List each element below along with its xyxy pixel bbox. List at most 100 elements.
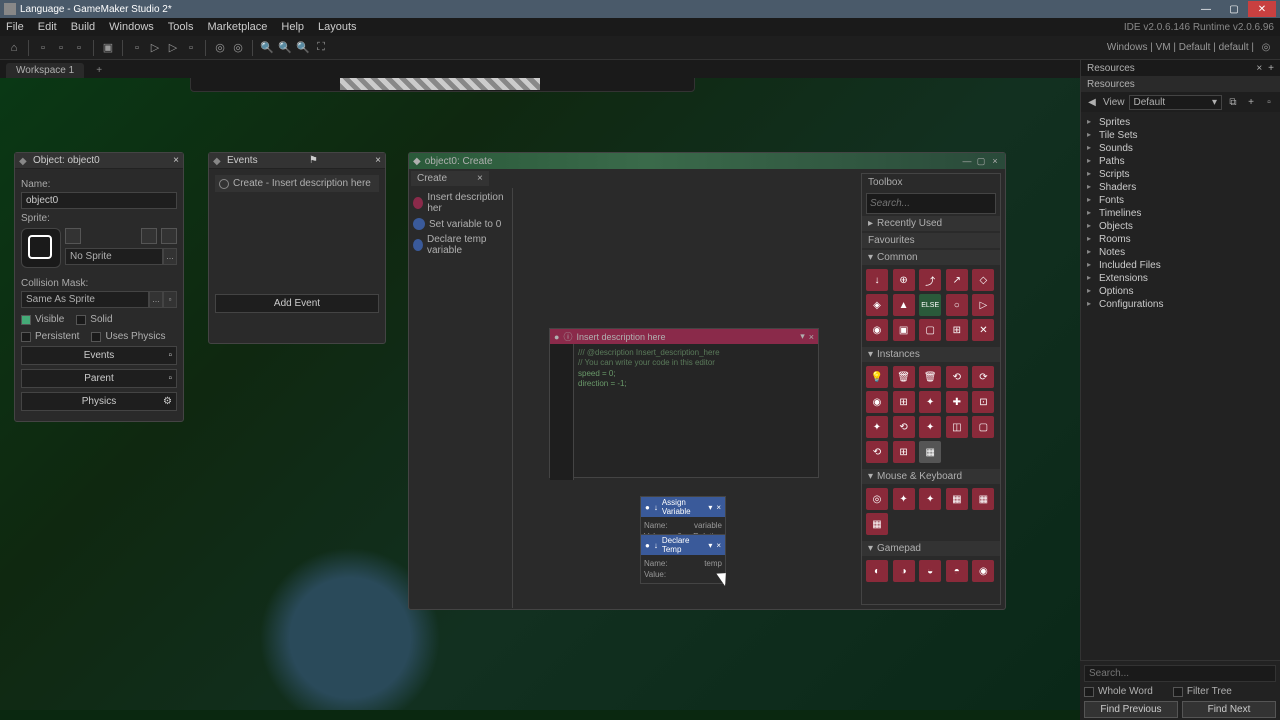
tree-sprites[interactable]: Sprites [1087,116,1274,129]
toolbox-item[interactable]: ◇ [972,269,994,291]
menu-build[interactable]: Build [71,21,95,33]
toolbox-search-input[interactable] [870,197,1001,210]
toolbox-item[interactable]: ◎ [866,488,888,510]
action-description[interactable]: Insert description her [411,190,510,216]
add-icon[interactable]: + [1244,95,1258,109]
toolbox-item[interactable]: ▦ [866,513,888,535]
search-input[interactable] [1084,665,1276,682]
toolbox-item[interactable]: ◓ [946,560,968,582]
maximize-icon[interactable]: ▢ [975,155,987,167]
workspace-canvas[interactable]: ◆ Object: object0 × Name: Sprite: No [0,78,1080,710]
toolbox-item[interactable]: ↗ [946,269,968,291]
find-next-button[interactable]: Find Next [1182,701,1276,718]
toolbox-item[interactable]: ✦ [919,488,941,510]
toolbox-item[interactable]: ⊞ [893,391,915,413]
save-icon[interactable]: ▫ [71,40,87,56]
visible-checkbox[interactable]: Visible [21,314,64,325]
package-icon[interactable]: ▣ [100,40,116,56]
menu-marketplace[interactable]: Marketplace [207,21,267,33]
zoom-in-icon[interactable]: 🔍 [259,40,275,56]
toolbox-item[interactable]: ↓ [866,269,888,291]
toolbox-item[interactable]: ◑ [893,560,915,582]
menu-windows[interactable]: Windows [109,21,154,33]
solid-checkbox[interactable]: Solid [76,314,112,325]
sprite-edit-icon[interactable] [141,228,157,244]
toolbox-item[interactable]: ✦ [893,488,915,510]
toolbox-item[interactable]: ▣ [893,319,915,341]
play-icon[interactable]: ▷ [147,40,163,56]
add-workspace-tab[interactable]: + [86,63,112,78]
stop-icon[interactable]: ▫ [183,40,199,56]
action-declare-temp[interactable]: Declare temp variable [411,232,510,258]
sprite-select-icon[interactable] [161,228,177,244]
tab-close-icon[interactable]: × [477,173,483,184]
whole-word-checkbox[interactable]: Whole Word [1084,686,1153,697]
settings-icon[interactable]: ◎ [1258,40,1274,56]
create-tab[interactable]: Create × [411,171,489,186]
panel-close-icon[interactable]: × [173,155,179,166]
toolbox-item[interactable]: ⊞ [946,319,968,341]
open-icon[interactable]: ▫ [53,40,69,56]
section-recent[interactable]: ▸Recently Used [862,216,1000,231]
back-icon[interactable]: ◀ [1085,95,1099,109]
event-item-create[interactable]: Create - Insert description here [215,175,379,192]
toolbox-item[interactable]: ○ [946,294,968,316]
toolbox-item[interactable]: ⊕ [893,269,915,291]
toolbox-item[interactable]: ▲ [893,294,915,316]
toolbox-item[interactable]: ⊞ [893,441,915,463]
toolbox-item[interactable]: ✦ [866,416,888,438]
toolbox-item[interactable]: ▦ [919,441,941,463]
add-event-button[interactable]: Add Event [215,294,379,313]
home-icon[interactable]: ⌂ [6,40,22,56]
tree-included[interactable]: Included Files [1087,259,1274,272]
tree-paths[interactable]: Paths [1087,155,1274,168]
toolbox-item[interactable]: ▢ [919,319,941,341]
target-label[interactable]: Windows | VM | Default | default | [1107,42,1254,53]
workspace-tab[interactable]: Workspace 1 [6,63,84,78]
build-icon[interactable]: ▫ [129,40,145,56]
toolbox-item[interactable]: 🗑 [893,366,915,388]
code-editor[interactable]: /// @description Insert_description_here… [574,344,724,480]
toolbox-item[interactable]: ✕ [972,319,994,341]
tree-timelines[interactable]: Timelines [1087,207,1274,220]
add-tab-icon[interactable]: + [1268,63,1274,74]
collapse-icon[interactable]: ▾ [708,503,712,512]
toolbox-item[interactable]: ⊡ [972,391,994,413]
physics-button[interactable]: Physics⚙ [21,392,177,411]
toolbox-item[interactable]: ⟲ [946,366,968,388]
tree-shaders[interactable]: Shaders [1087,181,1274,194]
chevron-down-icon[interactable]: … [163,248,177,265]
tab-close-icon[interactable]: × [1256,63,1262,74]
toolbox-item[interactable]: 🗑 [919,366,941,388]
toolbox-search[interactable]: 🔍 [866,193,996,214]
tree-tilesets[interactable]: Tile Sets [1087,129,1274,142]
config-icon[interactable]: ◎ [230,40,246,56]
toolbox-item[interactable]: ⟳ [972,366,994,388]
object-name-input[interactable] [21,192,177,209]
menu-edit[interactable]: Edit [38,21,57,33]
section-common[interactable]: ▾Common [862,250,1000,265]
expand-icon[interactable]: ⛶ [313,40,329,56]
toolbox-item[interactable]: ◉ [866,319,888,341]
tree-options[interactable]: Options [1087,285,1274,298]
node-close-icon[interactable]: × [809,332,814,342]
tree-objects[interactable]: Objects [1087,220,1274,233]
maximize-button[interactable]: ▢ [1220,1,1248,17]
toolbox-item[interactable]: ▦ [946,488,968,510]
menu-file[interactable]: File [6,21,24,33]
code-node[interactable]: ● ⓘ Insert description here ▾ × /// @des… [549,328,819,478]
physics-checkbox[interactable]: Uses Physics [91,331,165,342]
menu-layouts[interactable]: Layouts [318,21,357,33]
toolbox-item[interactable]: ⟲ [893,416,915,438]
node-close-icon[interactable]: × [716,503,721,512]
section-gamepad[interactable]: ▾Gamepad [862,541,1000,556]
sprite-new-icon[interactable] [65,228,81,244]
zoom-out-icon[interactable]: 🔍 [295,40,311,56]
tree-configs[interactable]: Configurations [1087,298,1274,311]
flag-icon[interactable]: ⚑ [309,155,318,166]
sprite-preview[interactable] [21,228,61,268]
toolbox-item[interactable]: ⟲ [866,441,888,463]
toolbox-item[interactable]: ◫ [946,416,968,438]
target-icon[interactable]: ◎ [212,40,228,56]
minimize-icon[interactable]: — [961,155,973,167]
